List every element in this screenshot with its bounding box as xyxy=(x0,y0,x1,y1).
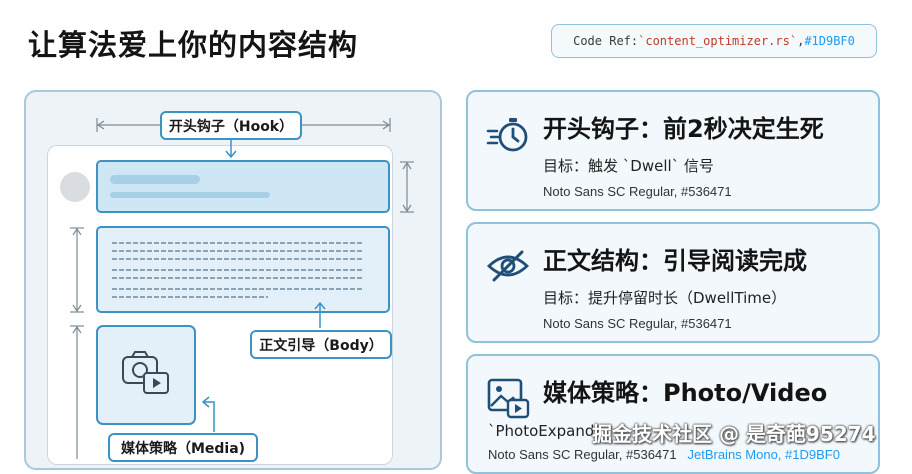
page-title: 让算法爱上你的内容结构 xyxy=(28,28,359,62)
card-heading: 开头钩子：前2秒决定生死 xyxy=(543,115,824,143)
hook-text-bar xyxy=(110,175,200,184)
code-ref-prefix: Code Ref: xyxy=(573,34,639,48)
hook-section xyxy=(96,160,390,213)
body-label: 正文引导（Body） xyxy=(250,330,392,359)
card-font-note-text: Noto Sans SC Regular, #536471 xyxy=(488,447,677,462)
camera-video-icon xyxy=(122,351,169,394)
code-ref-badge: Code Ref: `content_optimizer.rs`, #1D9BF… xyxy=(551,24,877,58)
card-font-note: Noto Sans SC Regular, #536471 JetBrains … xyxy=(488,447,840,462)
body-text-line xyxy=(112,250,364,252)
code-ref-sep: , xyxy=(797,34,805,48)
body-text-line xyxy=(112,269,364,271)
media-section xyxy=(96,325,196,425)
code-ref-file: `content_optimizer.rs` xyxy=(638,34,798,48)
body-text-line xyxy=(112,277,364,279)
media-label: 媒体策略（Media) xyxy=(108,433,258,462)
card-goal: 目标：触发 `Dwell` 信号 xyxy=(543,157,714,175)
stopwatch-icon xyxy=(486,118,528,152)
card-goal: 目标：提升停留时长（DwellTime） xyxy=(543,289,787,307)
body-text-line xyxy=(112,242,364,244)
body-text-line xyxy=(112,288,364,290)
code-ref-color: #1D9BF0 xyxy=(804,34,855,48)
card-font-note: Noto Sans SC Regular, #536471 xyxy=(543,316,732,331)
card-goal: `PhotoExpand xyxy=(488,422,595,440)
avatar xyxy=(60,172,90,202)
eye-slash-icon xyxy=(486,250,530,282)
hook-label: 开头钩子（Hook） xyxy=(160,111,302,140)
card-font-note: Noto Sans SC Regular, #536471 xyxy=(543,184,732,199)
card-hook: 开头钩子：前2秒决定生死 目标：触发 `Dwell` 信号 Noto Sans … xyxy=(466,90,880,211)
body-text-line xyxy=(112,296,268,298)
card-heading: 媒体策略：Photo/Video xyxy=(543,379,828,407)
card-heading: 正文结构：引导阅读完成 xyxy=(543,247,807,275)
body-section xyxy=(96,226,390,313)
card-body: 正文结构：引导阅读完成 目标：提升停留时长（DwellTime） Noto Sa… xyxy=(466,222,880,343)
watermark: 掘金技术社区 @ 是奇葩95274 xyxy=(592,422,876,446)
hook-text-bar xyxy=(110,192,270,198)
card-media: 媒体策略：Photo/Video `PhotoExpand Noto Sans … xyxy=(466,354,880,474)
body-text-line xyxy=(112,258,364,260)
card-mono-note: JetBrains Mono, #1D9BF0 xyxy=(687,447,840,462)
photo-video-icon xyxy=(487,378,530,419)
